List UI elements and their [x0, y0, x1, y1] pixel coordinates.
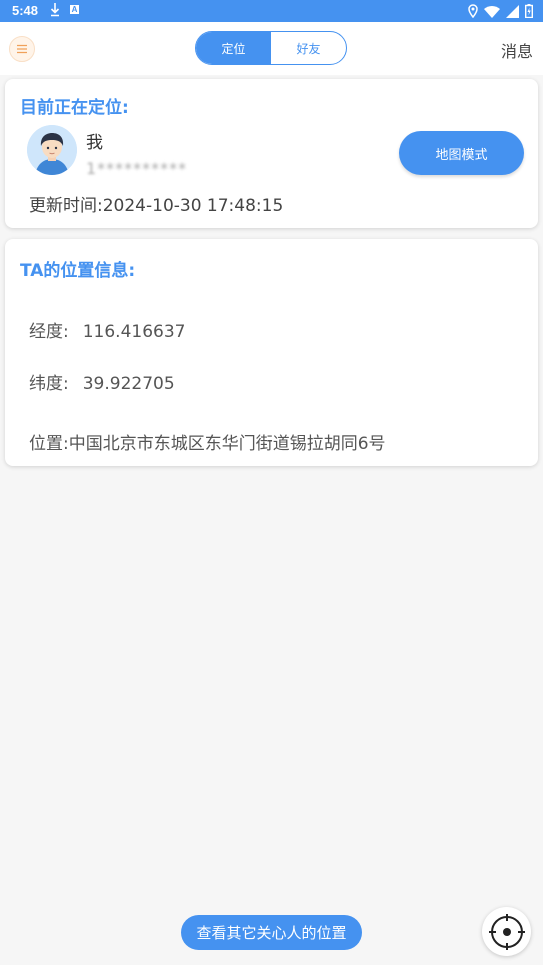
status-bar: 5:48 A: [0, 0, 543, 22]
ta-location-title: TA的位置信息:: [20, 261, 136, 281]
tab-locate[interactable]: 定位: [196, 32, 271, 64]
menu-icon: [17, 44, 27, 54]
download-icon: [50, 3, 60, 17]
crosshair-icon: [488, 913, 525, 950]
messages-link[interactable]: 消息: [501, 38, 533, 62]
user-phone: 1**********: [86, 159, 188, 178]
signal-icon: [506, 4, 519, 18]
locate-button[interactable]: [482, 907, 531, 956]
battery-icon: [525, 4, 533, 18]
address-text: 位置:中国北京市东城区东华门街道锡拉胡同6号: [29, 434, 386, 454]
view-others-button[interactable]: 查看其它关心人的位置: [181, 915, 362, 950]
map-mode-button[interactable]: 地图模式: [399, 131, 524, 175]
latitude-label: 纬度:: [29, 374, 69, 394]
tab-friends[interactable]: 好友: [271, 32, 346, 64]
status-time: 5:48: [12, 3, 39, 18]
current-location-card: 目前正在定位: 我 1********** 地图模式 更新时间:2024-10-…: [5, 79, 538, 228]
latitude-row: 纬度: 39.922705: [29, 369, 175, 394]
menu-button[interactable]: [9, 36, 35, 62]
user-avatar-icon: [27, 125, 77, 175]
a-notification-icon: A: [70, 5, 79, 14]
avatar: [27, 125, 77, 175]
latitude-value: 39.922705: [82, 374, 175, 394]
location-icon: [468, 4, 478, 18]
mode-tabs: 定位 好友: [195, 31, 347, 65]
ta-location-card: TA的位置信息: 经度: 116.416637 纬度: 39.922705 位置:中…: [5, 239, 538, 466]
top-bar: 定位 好友 消息: [0, 22, 543, 75]
status-icons: [468, 3, 533, 19]
longitude-label: 经度:: [29, 322, 69, 342]
wifi-icon: [484, 5, 500, 18]
user-name: 我: [86, 133, 103, 153]
longitude-row: 经度: 116.416637: [29, 317, 185, 342]
current-location-title: 目前正在定位:: [20, 98, 129, 118]
longitude-value: 116.416637: [82, 322, 186, 342]
update-time: 更新时间:2024-10-30 17:48:15: [29, 196, 284, 216]
